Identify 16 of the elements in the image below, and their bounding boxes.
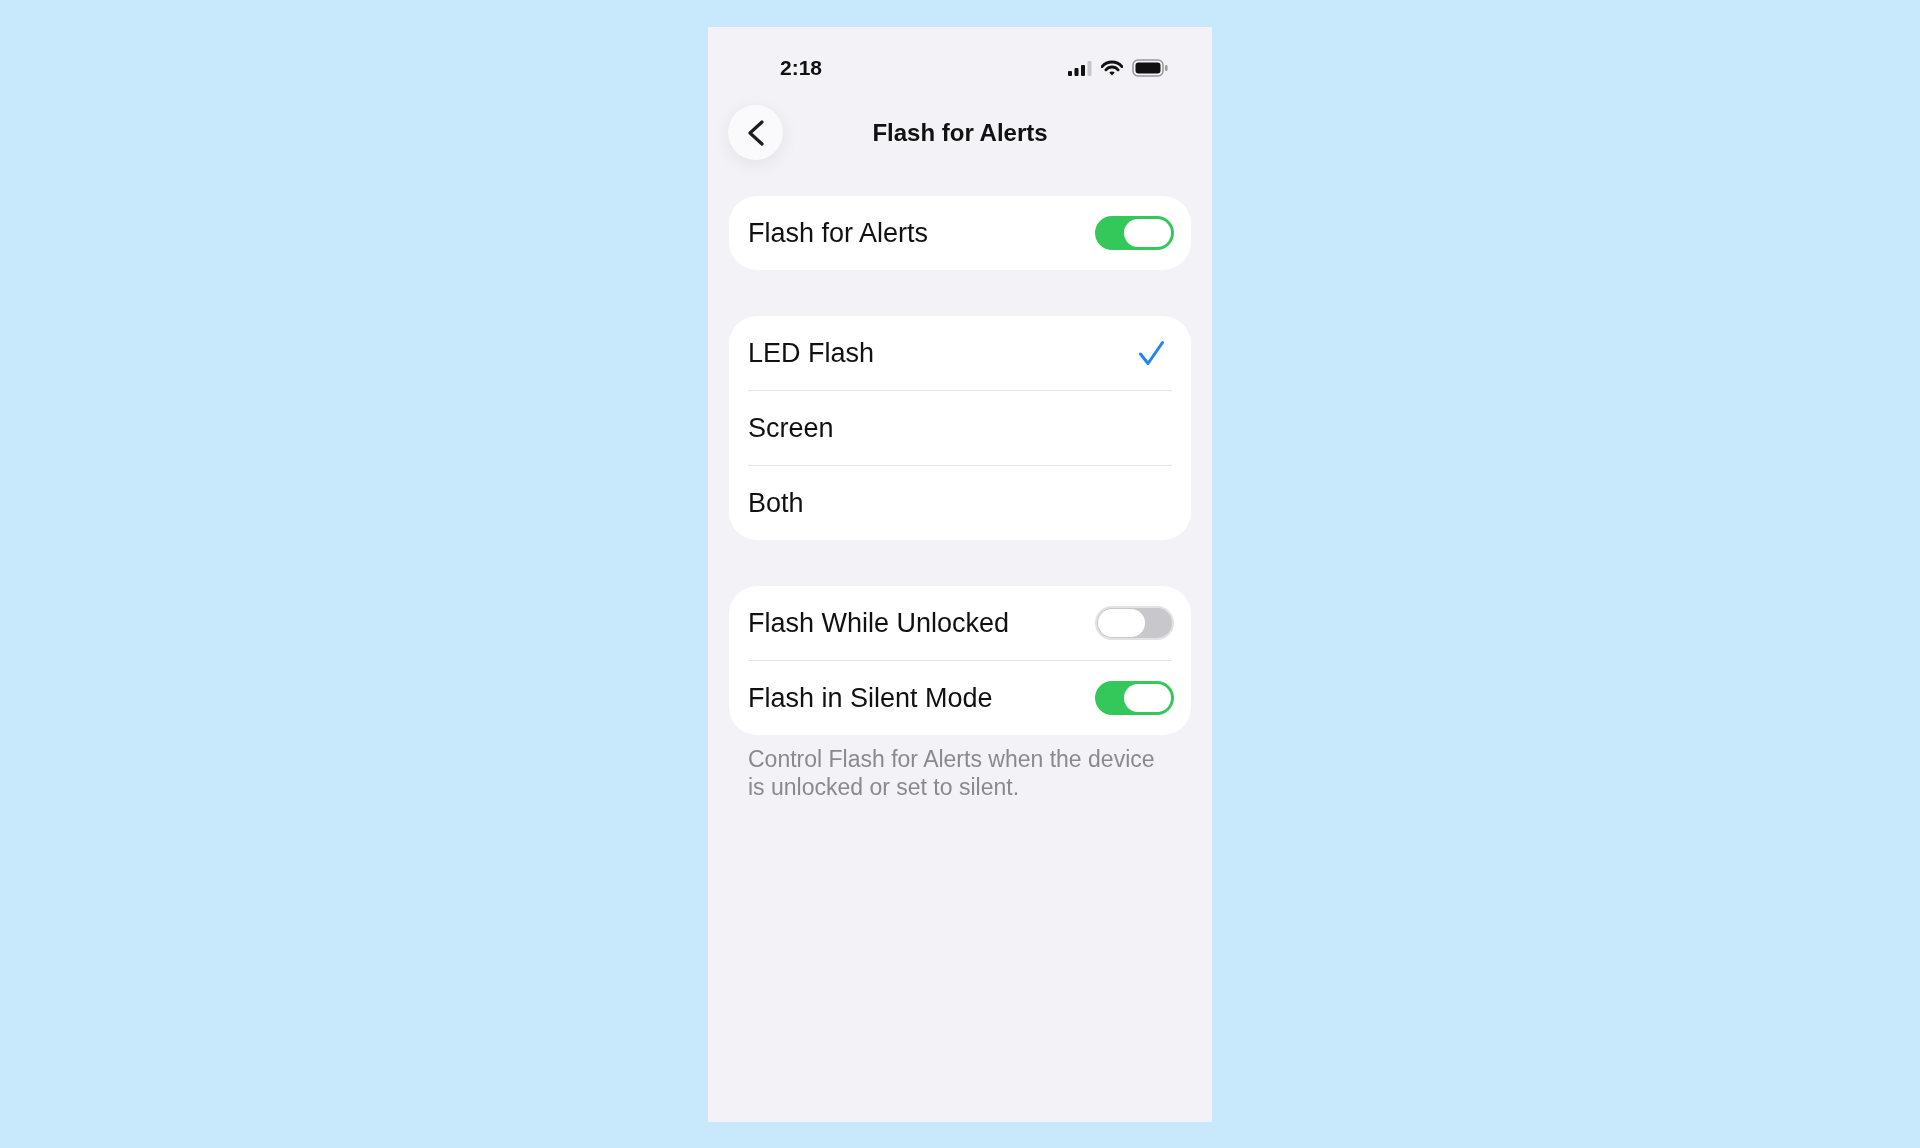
footer-note: Control Flash for Alerts when the device is unlocked or set to silent. xyxy=(748,745,1156,801)
flash-option[interactable]: LED Flash xyxy=(729,316,1191,390)
toggle-switch[interactable] xyxy=(1095,606,1174,640)
chevron-left-icon xyxy=(746,119,765,146)
signal-icon xyxy=(1068,60,1092,76)
battery-icon xyxy=(1132,59,1168,77)
setting-label: Flash in Silent Mode xyxy=(748,681,993,715)
setting-label: Flash for Alerts xyxy=(748,216,929,250)
toggle-switch[interactable] xyxy=(1095,216,1174,250)
wifi-icon xyxy=(1101,60,1123,76)
screen-title: Flash for Alerts xyxy=(872,117,1048,148)
flash-option[interactable]: Both xyxy=(729,466,1191,540)
status-time: 2:18 xyxy=(780,55,823,82)
flash-option[interactable]: Screen xyxy=(729,391,1191,465)
toggle-switch[interactable] xyxy=(1095,681,1174,715)
setting-label: Flash While Unlocked xyxy=(748,606,1010,640)
